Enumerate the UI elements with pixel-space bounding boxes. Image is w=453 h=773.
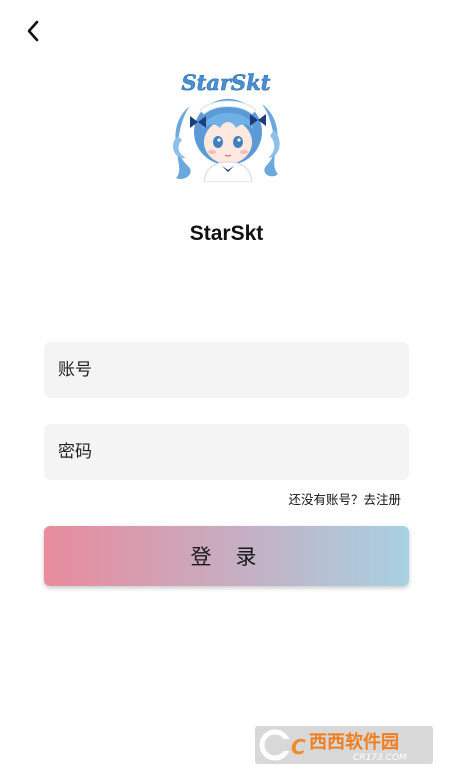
register-row: 还没有账号？去注册 bbox=[288, 489, 401, 508]
anime-maid-girl-logo: StarSkt bbox=[170, 66, 283, 182]
svg-text:CR173.COM: CR173.COM bbox=[353, 753, 407, 763]
account-input[interactable] bbox=[44, 342, 409, 398]
password-input[interactable] bbox=[44, 424, 409, 480]
account-field[interactable] bbox=[44, 342, 409, 398]
watermark-text-graphic: 西西软件园 CR173.COM bbox=[309, 731, 407, 763]
password-field[interactable] bbox=[44, 424, 409, 480]
svg-text:C: C bbox=[291, 735, 306, 759]
app-name: StarSkt bbox=[189, 222, 264, 245]
watermark-logo: C 西西软件园 CR173.COM bbox=[255, 726, 433, 764]
svg-text:西西软件园: 西西软件园 bbox=[309, 731, 399, 753]
back-button[interactable] bbox=[18, 16, 48, 46]
chevron-left-icon bbox=[27, 20, 39, 42]
app-logo: StarSkt bbox=[170, 66, 283, 182]
register-link[interactable]: 去注册 bbox=[363, 492, 401, 507]
login-button[interactable]: 登录 bbox=[44, 526, 409, 586]
cr173-site-logo: C bbox=[259, 729, 306, 761]
register-prompt: 还没有账号？ bbox=[288, 492, 364, 507]
logo-title-text: StarSkt bbox=[182, 70, 271, 95]
